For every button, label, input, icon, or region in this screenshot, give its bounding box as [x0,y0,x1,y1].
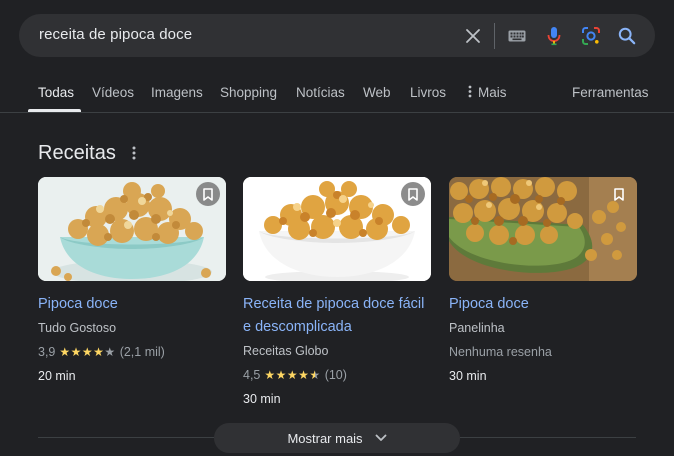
recipe-no-reviews: Nenhuma resenha [449,345,552,359]
bookmark-icon [408,187,418,201]
chevron-down-icon [375,434,386,441]
bookmark-icon [203,187,213,201]
keyboard-icon[interactable] [506,25,528,47]
recipe-title[interactable]: Pipoca doce [38,293,226,316]
recipe-rating: 4,5 ★★★★★ (10) [243,366,431,384]
search-icon[interactable] [616,25,638,47]
recipe-rating: 3,9 ★★★★★ (2,1 mil) [38,343,226,361]
clear-icon[interactable] [462,25,484,47]
recipe-time: 20 min [38,369,76,383]
save-recipe-button[interactable] [196,182,220,206]
recipe-card[interactable]: Pipoca doce Panelinha Nenhuma resenha 30… [449,177,637,385]
tab-livros[interactable]: Livros [410,85,446,100]
tab-videos[interactable]: Vídeos [92,85,134,100]
recipe-source: Panelinha [449,321,505,335]
lens-icon[interactable] [580,25,602,47]
recipe-title[interactable]: Pipoca doce [449,293,637,316]
search-tabs: Todas Vídeos Imagens Shopping Notícias W… [0,78,674,113]
review-count: (10) [324,368,347,382]
recipe-image[interactable] [449,177,637,281]
save-recipe-button[interactable] [401,182,425,206]
tab-imagens[interactable]: Imagens [151,85,203,100]
rating-value: 3,9 [38,345,56,359]
tab-web[interactable]: Web [363,85,391,100]
section-options-icon[interactable] [126,145,142,161]
tab-mais-label: Mais [478,85,507,100]
rating-value: 4,5 [243,368,261,382]
review-count: (2,1 mil) [119,345,165,359]
divider [38,437,214,438]
search-divider [494,23,495,49]
recipe-image[interactable] [243,177,431,281]
star-rating: ★★★★★ [59,345,116,359]
star-rating: ★★★★★ [264,368,321,382]
tab-shopping[interactable]: Shopping [220,85,277,100]
recipe-time: 30 min [449,369,487,383]
recipe-image[interactable] [38,177,226,281]
microphone-icon[interactable] [543,25,565,47]
save-recipe-button[interactable] [607,182,631,206]
show-more-button[interactable]: Mostrar mais [214,423,460,453]
active-tab-indicator [28,109,81,112]
recipe-card[interactable]: Pipoca doce Tudo Gostoso 3,9 ★★★★★ (2,1 … [38,177,226,385]
tab-noticias[interactable]: Notícias [296,85,345,100]
recipe-time: 30 min [243,392,281,406]
section-title: Receitas [38,142,116,164]
recipe-card[interactable]: Receita de pipoca doce fácil e descompli… [243,177,431,408]
recipe-source: Receitas Globo [243,344,329,358]
search-input[interactable]: receita de pipoca doce [39,26,192,43]
tab-mais[interactable]: Mais [468,85,507,100]
tab-todas[interactable]: Todas [38,85,74,100]
divider [460,437,636,438]
show-more-label: Mostrar mais [287,430,363,446]
tools-button[interactable]: Ferramentas [572,85,649,100]
recipe-title[interactable]: Receita de pipoca doce fácil e descompli… [243,293,431,339]
recipe-source: Tudo Gostoso [38,321,117,335]
bookmark-icon [614,187,624,201]
search-bar[interactable]: receita de pipoca doce [19,14,655,57]
more-vert-icon [468,85,472,98]
